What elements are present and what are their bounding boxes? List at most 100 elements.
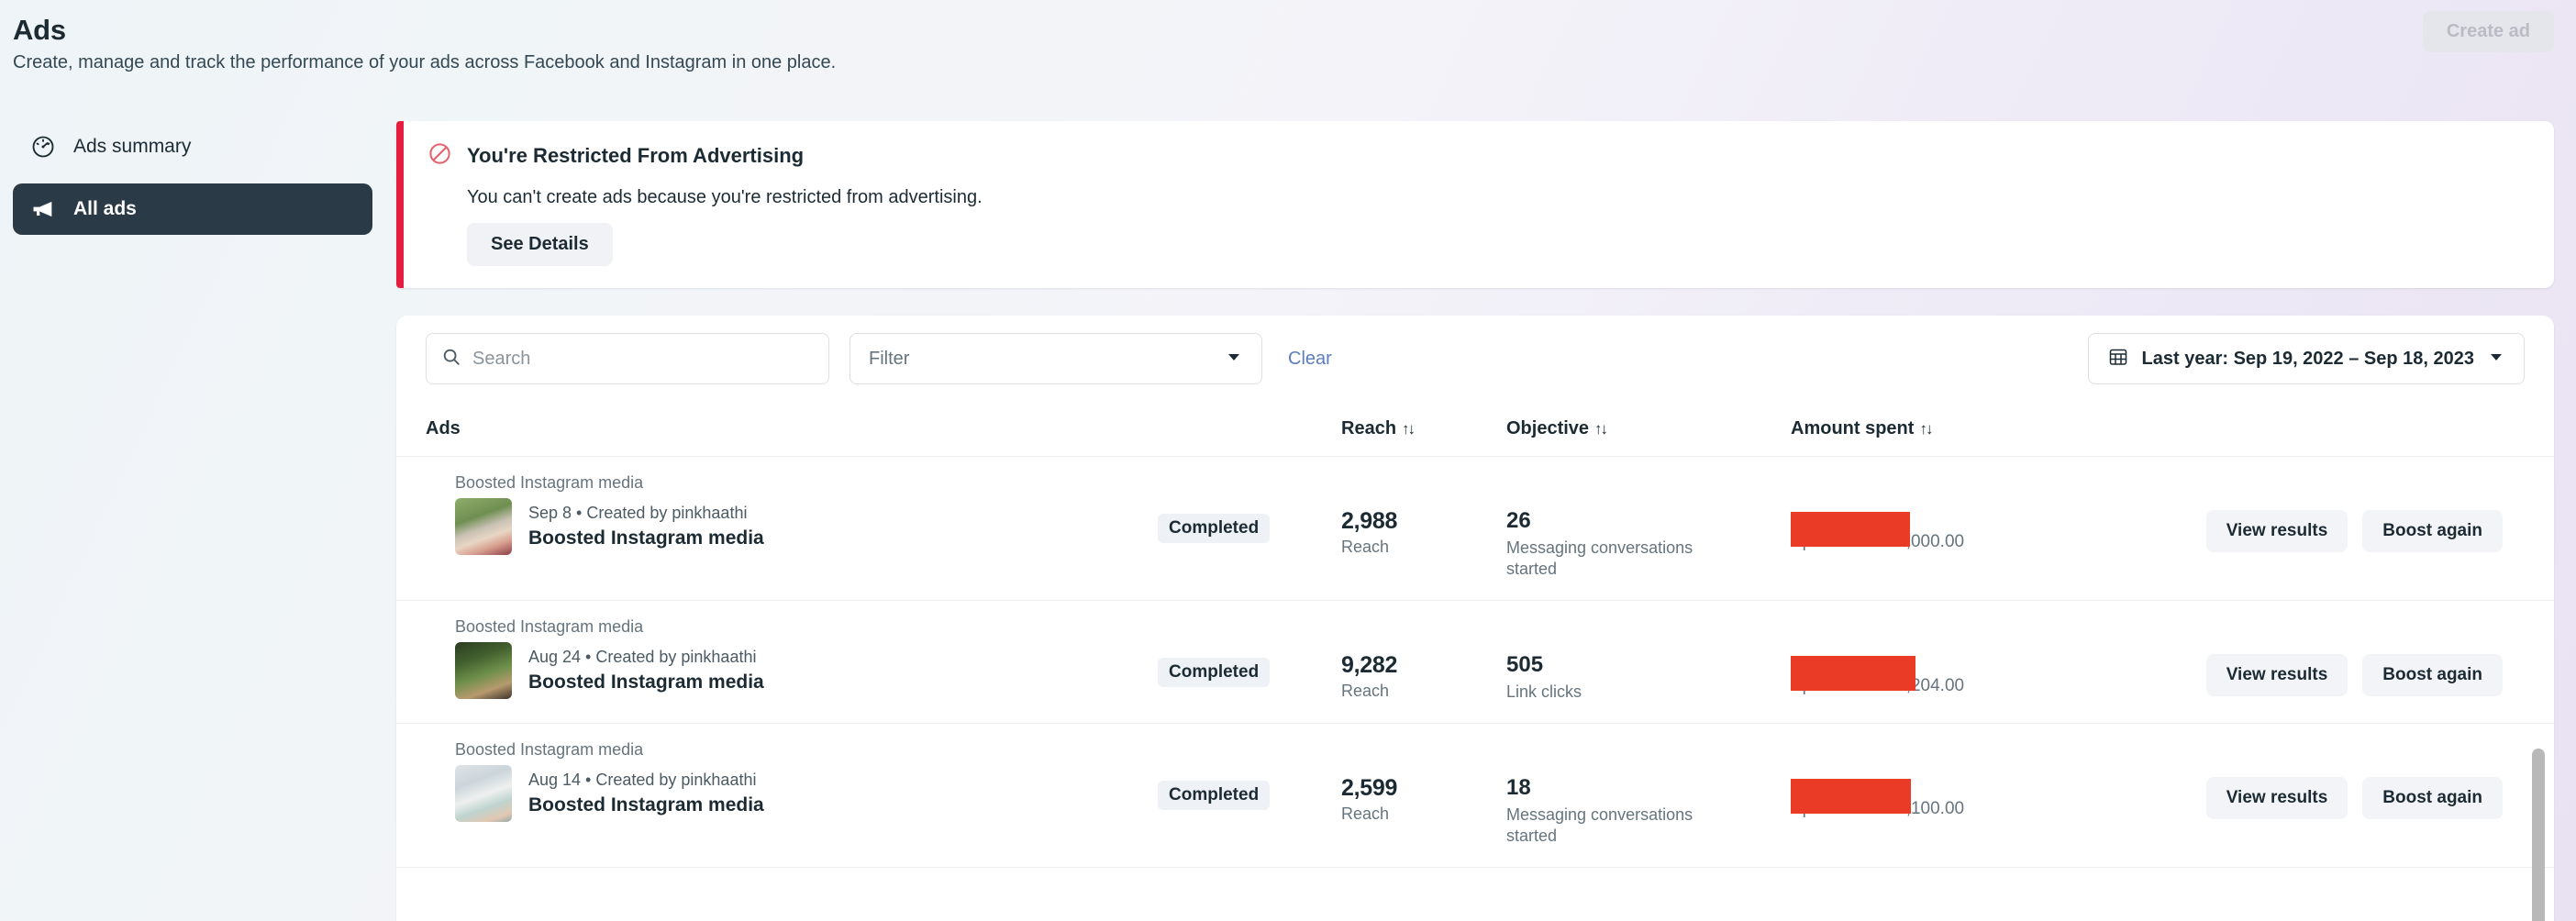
cell-objective: 505 Link clicks — [1506, 600, 1791, 724]
objective-label: Messaging conversations started — [1506, 805, 1693, 845]
redaction-overlay — [1791, 779, 1911, 814]
create-ad-button[interactable]: Create ad — [2422, 11, 2554, 52]
page-title: Ads — [13, 14, 66, 46]
sidebar-item-all-ads[interactable]: All ads — [13, 183, 372, 235]
ad-thumbnail[interactable] — [455, 498, 512, 555]
reach-value: 2,599 — [1341, 775, 1398, 801]
column-header-label: Ads — [426, 418, 461, 438]
ad-subtitle: Aug 24 • Created by pinkhaathi — [528, 648, 757, 666]
redaction-overlay — [1791, 512, 1910, 547]
alert-body: You can't create ads because you're rest… — [467, 187, 983, 207]
cell-status: Completed — [1158, 456, 1341, 601]
date-range-label: Last year: Sep 19, 2022 – Sep 18, 2023 — [2141, 348, 2474, 369]
chevron-down-icon — [1225, 348, 1243, 371]
table-vertical-scrollbar[interactable] — [2532, 749, 2547, 921]
column-header-label: Reach — [1341, 418, 1397, 438]
ad-thumbnail[interactable] — [455, 642, 512, 699]
ad-kicker: Boosted Instagram media — [455, 740, 644, 759]
calendar-icon — [2107, 346, 2129, 372]
boost-again-button[interactable]: Boost again — [2362, 777, 2503, 819]
cell-amount-spent: Spent of PKR1,000.00 — [1791, 456, 2185, 601]
objective-label: Messaging conversations started — [1506, 538, 1693, 578]
ads-table-panel: Filter Clear Last year: Sep 19, 2022 — [396, 316, 2554, 921]
restricted-icon — [427, 141, 452, 171]
boost-again-button[interactable]: Boost again — [2362, 654, 2503, 696]
cell-objective: 18 Messaging conversations started — [1506, 723, 1791, 868]
ads-table: Ads Reach ↑↓ Objective ↑↓ Amount spent ↑↓ — [396, 402, 2554, 868]
view-results-button[interactable]: View results — [2205, 510, 2348, 552]
cell-ad[interactable]: Boosted Instagram media Sep 8 • Created … — [396, 456, 1158, 601]
reach-value: 2,988 — [1341, 508, 1398, 534]
ad-subtitle: Sep 8 • Created by pinkhaathi — [528, 504, 748, 522]
ad-thumbnail[interactable] — [455, 765, 512, 822]
cell-reach: 2,599 Reach — [1341, 723, 1506, 868]
page-header: Ads Create, manage and track the perform… — [0, 0, 2576, 110]
page-subtitle: Create, manage and track the performance… — [13, 52, 837, 72]
column-header-actions — [2185, 402, 2554, 457]
status-badge: Completed — [1158, 514, 1271, 543]
sidebar-item-ads-summary[interactable]: Ads summary — [13, 121, 372, 172]
ad-kicker: Boosted Instagram media — [455, 473, 644, 492]
cell-actions: View results Boost again — [2185, 456, 2554, 601]
objective-label: Link clicks — [1506, 682, 1582, 701]
view-results-button[interactable]: View results — [2205, 777, 2348, 819]
ads-manager-page: Ads Create, manage and track the perform… — [0, 0, 2576, 921]
ad-kicker: Boosted Instagram media — [455, 617, 644, 636]
column-header-ads[interactable]: Ads — [396, 402, 1158, 457]
reach-label: Reach — [1341, 804, 1390, 823]
clear-filters-link[interactable]: Clear — [1288, 349, 1332, 370]
table-toolbar: Filter Clear Last year: Sep 19, 2022 — [396, 316, 2554, 402]
cell-amount-spent: Spent of PKR1,204.00 — [1791, 600, 2185, 724]
sidebar-item-label: Ads summary — [73, 136, 192, 157]
restriction-alert: You're Restricted From Advertising You c… — [396, 121, 2554, 288]
ad-name[interactable]: Boosted Instagram media — [528, 794, 764, 816]
cell-ad[interactable]: Boosted Instagram media Aug 14 • Created… — [396, 723, 1158, 868]
cell-objective: 26 Messaging conversations started — [1506, 456, 1791, 601]
boost-again-button[interactable]: Boost again — [2362, 510, 2503, 552]
alert-title: You're Restricted From Advertising — [467, 144, 805, 167]
redaction-overlay — [1791, 656, 1915, 691]
megaphone-icon — [29, 195, 57, 223]
status-badge: Completed — [1158, 781, 1271, 810]
cell-reach: 9,282 Reach — [1341, 600, 1506, 724]
column-header-reach[interactable]: Reach ↑↓ — [1341, 402, 1506, 457]
search-icon — [441, 347, 461, 372]
ad-name[interactable]: Boosted Instagram media — [528, 671, 764, 694]
sort-icon[interactable]: ↑↓ — [1402, 420, 1416, 438]
cell-status: Completed — [1158, 723, 1341, 868]
cell-ad[interactable]: Boosted Instagram media Aug 24 • Created… — [396, 600, 1158, 724]
table-header-row: Ads Reach ↑↓ Objective ↑↓ Amount spent ↑↓ — [396, 402, 2554, 457]
status-badge: Completed — [1158, 658, 1271, 687]
objective-value: 505 — [1506, 652, 1544, 677]
search-input[interactable] — [472, 348, 814, 370]
cell-actions: View results Boost again — [2185, 600, 2554, 724]
cell-reach: 2,988 Reach — [1341, 456, 1506, 601]
column-header-amount-spent[interactable]: Amount spent ↑↓ — [1791, 402, 2185, 457]
reach-value: 9,282 — [1341, 652, 1398, 678]
table-row[interactable]: Boosted Instagram media Aug 14 • Created… — [396, 723, 2554, 868]
gauge-icon — [29, 133, 57, 161]
cell-status: Completed — [1158, 600, 1341, 724]
reach-label: Reach — [1341, 538, 1390, 556]
objective-value: 18 — [1506, 775, 1531, 800]
sidebar-item-label: All ads — [73, 198, 137, 219]
table-body: Boosted Instagram media Sep 8 • Created … — [396, 456, 2554, 868]
column-header-label: Amount spent — [1791, 418, 1915, 438]
table-row[interactable]: Boosted Instagram media Aug 24 • Created… — [396, 600, 2554, 724]
column-header-objective[interactable]: Objective ↑↓ — [1506, 402, 1791, 457]
date-range-selector[interactable]: Last year: Sep 19, 2022 – Sep 18, 2023 — [2087, 333, 2525, 384]
table-row[interactable]: Boosted Instagram media Sep 8 • Created … — [396, 456, 2554, 601]
see-details-button[interactable]: See Details — [467, 223, 613, 266]
search-box[interactable] — [426, 333, 829, 384]
filter-label: Filter — [869, 348, 910, 369]
sort-icon[interactable]: ↑↓ — [1594, 420, 1608, 438]
scrollbar-thumb[interactable] — [2532, 749, 2545, 921]
sort-icon[interactable]: ↑↓ — [1919, 420, 1933, 438]
chevron-down-icon — [2487, 348, 2505, 371]
view-results-button[interactable]: View results — [2205, 654, 2348, 696]
ad-subtitle: Aug 14 • Created by pinkhaathi — [528, 771, 757, 789]
cell-actions: View results Boost again — [2185, 723, 2554, 868]
ad-name[interactable]: Boosted Instagram media — [528, 527, 764, 549]
filter-select[interactable]: Filter — [849, 333, 1262, 384]
column-header-status — [1158, 402, 1341, 457]
